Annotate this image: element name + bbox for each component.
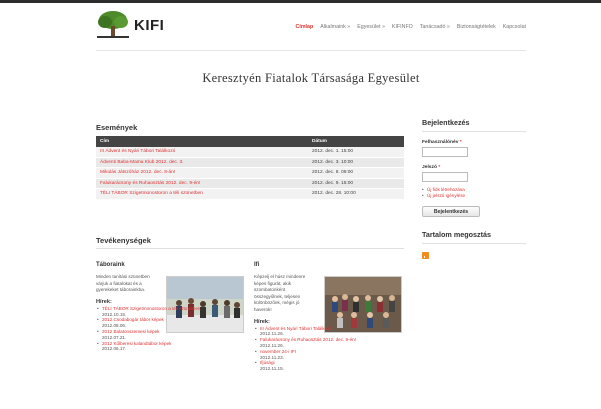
password-label-text: Jelszó [422,165,437,170]
events-table-header: Cím Dátum [96,136,404,147]
table-row: Mikulás Játszóház 2012. dec. 8-án! 2012.… [96,168,404,179]
share-heading: Tartalom megosztás [422,230,491,239]
required-mark: * [438,165,441,170]
header-divider [96,50,526,51]
list-item: Ifjúsági2012.11.15. [254,360,399,372]
table-row: III Ádvent és Nyári Tábori Találkozó 201… [96,147,404,158]
nav-item-egyesulet[interactable]: Egyesület » [357,24,385,30]
activities-heading: Tevékenységek [96,236,151,245]
event-title-link[interactable]: III Ádvent és Nyári Tábori Találkozó [96,149,310,154]
password-label: Jelszó * [422,165,526,170]
activity-heading[interactable]: Ifi [254,262,399,268]
event-date: 2012. dec. 1. 15:00 [312,149,354,155]
login-button[interactable]: Bejelentkezés [422,206,480,217]
activity-ifi: Ifi Képzelj el húsz mindenre képes figur… [254,262,402,372]
nav-item-kapcsolat[interactable]: Kapcsolat [503,24,526,30]
site-header: KIFI Címlap Alkalmaink » Egyesület » KIF… [96,10,526,44]
nav-item-biztonsagtetelek[interactable]: Biztonságtételek [457,24,496,30]
list-item: 2012 Kűlberesi kalandtábor képek2012.06.… [96,341,241,353]
event-title-link[interactable]: Ádventi Baba-Mama Klub 2012. dec. 3. [96,160,310,165]
events-heading: Események [96,123,138,132]
site-logo[interactable]: KIFI [96,10,164,40]
list-item: 2012 Csodabogár tábor képek2012.08.06. [96,317,241,329]
table-row: TÉLI TÁBOR Szigetmonostoron a téli szüne… [96,189,404,200]
tree-logo-icon [97,11,129,38]
nav-item-kifinfo[interactable]: KIFINFO [392,24,413,30]
event-date: 2012. dec. 3. 10:00 [312,159,354,165]
activity-taboraink: Táboraink Minden tanítási szünetben várj… [96,262,244,352]
event-title-link[interactable]: TÉLI TÁBOR Szigetmonostoron a téli szüne… [96,191,310,196]
list-item: Falukarácsony és Ruhaosztás 2012. dec. 9… [254,337,399,349]
col-title-header[interactable]: Cím [96,139,310,144]
activity-description: Képzelj el húsz mindenre képes figurát, … [254,274,306,312]
news-date: 2012.11.15. [260,366,284,372]
required-mark: * [459,140,462,145]
event-date: 2012. dec. 28. 10:00 [312,191,356,197]
list-item: III Ádvent és Nyári Tábori Találkozó2012… [254,326,399,338]
table-row: Ádventi Baba-Mama Klub 2012. dec. 3. 201… [96,157,404,168]
username-label-text: Felhasználónév [422,140,459,145]
list-item: TÉLI TÁBOR Szigetmonostoron a téli szüne… [96,306,241,318]
event-date: 2012. dec. 8. 09:00 [312,170,354,176]
table-row: Falukarácsony és Ruhaosztás 2012. dec. 9… [96,178,404,189]
nav-item-tanacsado[interactable]: Tanácsadó » [420,24,450,30]
col-date-header[interactable]: Dátum [310,139,404,144]
share-divider [422,243,526,244]
nav-item-alkalmaink[interactable]: Alkalmaink » [320,24,350,30]
request-password-link[interactable]: Új jelszó igénylése [422,193,526,199]
nav-item-cimlap[interactable]: Címlap [296,24,314,30]
event-title-link[interactable]: Falukarácsony és Ruhaosztás 2012. dec. 9… [96,181,310,186]
login-heading: Bejelentkezés [422,118,470,127]
events-table: Cím Dátum III Ádvent és Nyári Tábori Tal… [96,136,404,200]
activities-divider [96,248,404,249]
activity-heading[interactable]: Táboraink [96,262,241,268]
account-links: Új fiók létrehozása Új jelszó igénylése [422,187,526,199]
youth-photo[interactable] [324,276,402,333]
news-date: 2012.06.17. [102,346,127,352]
username-label: Felhasználónév * [422,140,526,145]
logo-text: KIFI [134,16,165,34]
event-title-link[interactable]: Mikulás Játszóház 2012. dec. 8-án! [96,170,310,175]
news-list: III Ádvent és Nyári Tábori Találkozó2012… [254,326,399,372]
password-field[interactable] [422,172,468,182]
main-nav: Címlap Alkalmaink » Egyesület » KIFINFO … [296,24,526,30]
top-bar [0,0,601,3]
news-list: TÉLI TÁBOR Szigetmonostoron a téli szüne… [96,306,241,352]
username-field[interactable] [422,147,468,157]
event-date: 2012. dec. 9. 15:00 [312,180,354,186]
sidebar: Bejelentkezés Felhasználónév * Jelszó * … [422,118,526,259]
list-item: november 24-i IFI2012.11.23. [254,349,399,361]
activity-description: Minden tanítási szünetben várjuk a fiata… [96,274,150,293]
list-item: 2012 Balatonszemesi képek2012.07.21. [96,329,241,341]
rss-icon[interactable] [422,252,429,259]
site-title: Keresztyén Fiatalok Társasága Egyesület [202,71,420,85]
login-divider [422,131,526,132]
